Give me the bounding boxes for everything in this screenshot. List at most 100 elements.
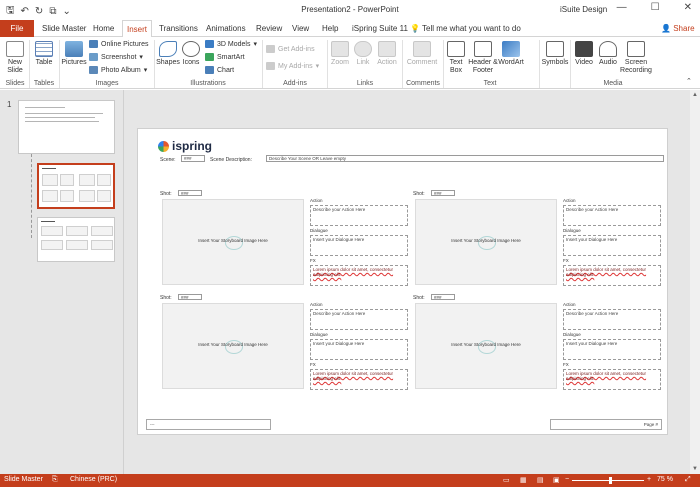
footer-placeholder[interactable]: --- (146, 419, 271, 430)
tab-file[interactable]: File (0, 20, 34, 37)
minimize-icon[interactable]: — (617, 2, 627, 13)
zoom-in-button[interactable]: + (647, 476, 651, 483)
account-name[interactable]: iSuite Design (560, 5, 607, 14)
collapse-ribbon-button[interactable]: ⌃ (686, 77, 692, 85)
new-slide-button[interactable]: New Slide (3, 41, 27, 75)
fx-field[interactable]: Lorem ipsum dolor sit amet, consectetur … (563, 369, 661, 390)
normal-view-icon[interactable]: ▭ (503, 476, 510, 484)
slideshow-icon[interactable]: ▣ (553, 476, 560, 484)
dialogue-field[interactable]: Insert your Dialogue Here (310, 235, 408, 256)
slide-sorter-icon[interactable]: ▦ (520, 476, 527, 484)
shot-field[interactable]: ### (431, 190, 455, 196)
language-status[interactable]: Chinese (PRC) (70, 476, 117, 483)
fx-label: FX (310, 362, 316, 367)
tab-help[interactable]: Help (318, 20, 342, 37)
group-label-slides: Slides (5, 80, 25, 87)
shot-field[interactable]: ### (431, 294, 455, 300)
storyboard-image-frame[interactable]: Insert Your Storyboard Image Here (415, 199, 557, 285)
dialogue-field[interactable]: Insert your Dialogue Here (310, 339, 408, 360)
screenshot-button[interactable]: Screenshot ▾ (89, 53, 143, 61)
group-label-text: Text (483, 80, 497, 87)
close-icon[interactable]: ✕ (684, 2, 692, 13)
wordart-button[interactable]: WordArt (498, 41, 524, 67)
action-field[interactable]: Describe your Action Here (310, 309, 408, 330)
scroll-up-icon[interactable]: ▲ (692, 92, 698, 98)
fx-field[interactable]: Lorem ipsum dolor sit amet, consectetur … (563, 265, 661, 286)
smartart-icon (205, 53, 214, 61)
reading-view-icon[interactable]: ▤ (537, 476, 544, 484)
table-button[interactable]: Table (31, 41, 57, 67)
smartart-button[interactable]: SmartArt (205, 53, 245, 61)
link-button[interactable]: Link (353, 41, 373, 67)
tab-ispring[interactable]: iSpring Suite 11 (348, 20, 412, 37)
storyboard-image-frame[interactable]: Insert Your Storyboard Image Here (162, 303, 304, 389)
group-separator (402, 40, 403, 88)
action-field[interactable]: Describe your Action Here (310, 205, 408, 226)
text-box-icon (447, 41, 465, 57)
shot-panel: Shot: ### Insert Your Storyboard Image H… (160, 293, 410, 393)
shot-panel: Shot: ### Insert Your Storyboard Image H… (160, 189, 410, 289)
tab-transitions[interactable]: Transitions (155, 20, 202, 37)
zoom-slider-track[interactable] (572, 480, 644, 481)
tab-slide-master[interactable]: Slide Master (38, 20, 90, 37)
tab-home[interactable]: Home (89, 20, 118, 37)
tell-me-search[interactable]: 💡 Tell me what you want to do (410, 24, 521, 33)
pictures-button[interactable]: Pictures (61, 41, 87, 67)
3d-models-button[interactable]: 3D Models ▾ (205, 40, 257, 48)
storyboard-image-frame[interactable]: Insert Your Storyboard Image Here (162, 199, 304, 285)
screen-recording-button[interactable]: Screen Recording (619, 41, 653, 75)
my-addins-button[interactable]: My Add-ins ▾ (266, 62, 319, 70)
scene-label: Scene: (160, 157, 176, 163)
header-footer-button[interactable]: Header & Footer (468, 41, 498, 75)
group-separator (29, 40, 30, 88)
scroll-down-icon[interactable]: ▼ (692, 466, 698, 472)
action-field[interactable]: Describe your Action Here (563, 309, 661, 330)
ribbon-tabs: File Slide Master Home Insert Transition… (0, 20, 700, 38)
zoom-slider-thumb[interactable] (609, 477, 612, 484)
shot-label: Shot: (413, 295, 425, 301)
fx-field[interactable]: Lorem ipsum dolor sit amet, consectetur … (310, 265, 408, 286)
action-button[interactable]: Action (375, 41, 399, 67)
vertical-scrollbar[interactable]: ▲ ▼ (690, 90, 700, 474)
get-addins-button[interactable]: Get Add-ins (266, 45, 315, 53)
dialogue-field[interactable]: Insert your Dialogue Here (563, 235, 661, 256)
online-pictures-button[interactable]: Online Pictures (89, 40, 148, 48)
scene-description-field[interactable]: Describe Your Scene OR Leave empty (266, 155, 664, 162)
tab-view[interactable]: View (288, 20, 313, 37)
slide-canvas[interactable]: ispring Scene: ### Scene Description: De… (137, 128, 668, 435)
layout-thumbnail[interactable] (37, 217, 115, 262)
chart-button[interactable]: Chart (205, 66, 234, 74)
zoom-button[interactable]: Zoom (329, 41, 351, 67)
page-number-placeholder[interactable]: Page # (550, 419, 662, 430)
tab-review[interactable]: Review (252, 20, 286, 37)
shapes-button[interactable]: Shapes (156, 41, 180, 67)
fx-field[interactable]: Lorem ipsum dolor sit amet, consectetur … (310, 369, 408, 390)
icons-button[interactable]: Icons (181, 41, 201, 67)
shot-panel: Shot: ### Insert Your Storyboard Image H… (413, 293, 663, 393)
shot-field[interactable]: ### (178, 294, 202, 300)
fit-to-window-icon[interactable]: ⤢ (685, 476, 691, 484)
video-button[interactable]: Video (572, 41, 596, 67)
storyboard-image-frame[interactable]: Insert Your Storyboard Image Here (415, 303, 557, 389)
tab-insert[interactable]: Insert (122, 20, 153, 38)
zoom-level[interactable]: 75 % (657, 476, 673, 483)
maximize-icon[interactable]: ☐ (651, 2, 660, 13)
spelling-icon[interactable]: ⎘ (52, 476, 58, 484)
shot-field[interactable]: ### (178, 190, 202, 196)
ribbon-insert: New Slide Slides Table Tables Pictures O… (0, 37, 700, 89)
group-separator (59, 40, 60, 88)
layout-thumbnail-selected[interactable] (37, 163, 115, 209)
share-button[interactable]: 👤 Share (661, 24, 695, 33)
tab-animations[interactable]: Animations (202, 20, 250, 37)
audio-button[interactable]: Audio (597, 41, 619, 67)
master-thumbnail[interactable] (18, 100, 115, 154)
symbols-button[interactable]: Symbols (541, 41, 569, 67)
text-box-button[interactable]: Text Box (445, 41, 467, 75)
scene-field[interactable]: ### (181, 155, 205, 162)
zoom-out-button[interactable]: − (565, 476, 569, 483)
comment-button[interactable]: Comment (404, 41, 440, 67)
photo-album-button[interactable]: Photo Album ▾ (89, 66, 147, 74)
action-field[interactable]: Describe your Action Here (563, 205, 661, 226)
chevron-up-icon: ⌃ (686, 78, 692, 85)
dialogue-field[interactable]: Insert your Dialogue Here (563, 339, 661, 360)
